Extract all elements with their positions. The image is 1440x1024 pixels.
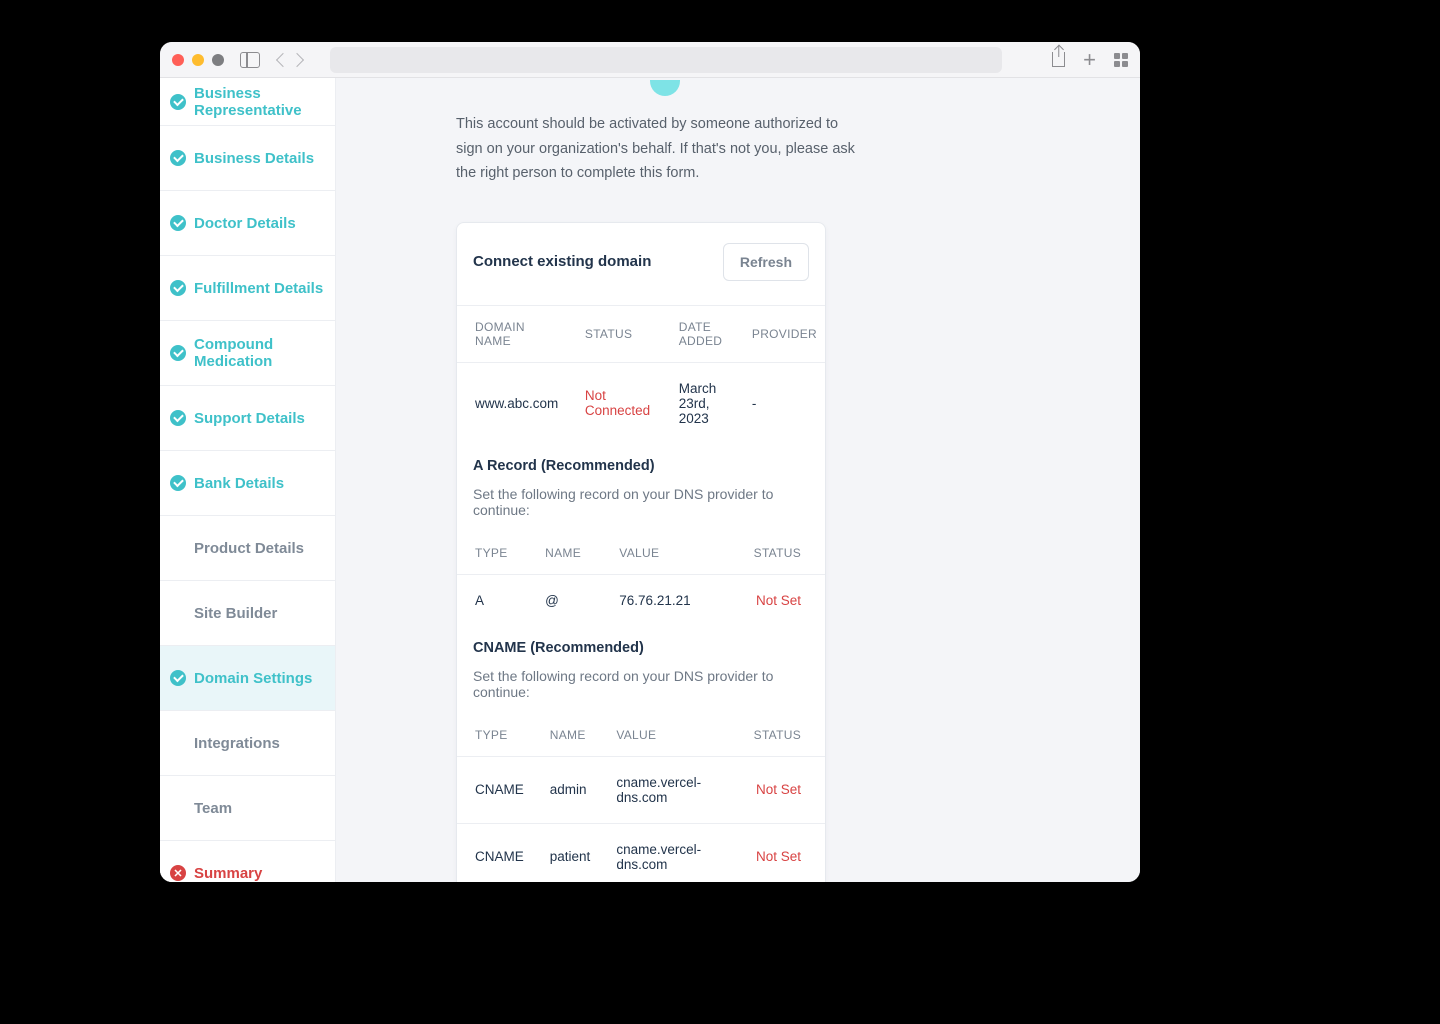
- check-icon: [170, 280, 186, 296]
- sidebar-item-label: Bank Details: [194, 475, 284, 492]
- table-row: CNAME admin cname.vercel-dns.com Not Set: [457, 756, 825, 823]
- sidebar-item-team[interactable]: Team: [160, 776, 335, 841]
- sidebar-item-label: Doctor Details: [194, 215, 296, 232]
- col-name: NAME: [527, 532, 601, 575]
- col-type: TYPE: [457, 532, 527, 575]
- maximize-icon[interactable]: [212, 54, 224, 66]
- cell-status: Not Set: [718, 574, 825, 626]
- cname-title: CNAME (Recommended): [473, 640, 809, 656]
- col-status: STATUS: [718, 532, 825, 575]
- main-panel: This account should be activated by some…: [336, 78, 1140, 882]
- check-icon: [170, 345, 186, 361]
- sidebar-item-label: Integrations: [194, 735, 280, 752]
- col-type: TYPE: [457, 714, 532, 757]
- cell-type: CNAME: [457, 756, 532, 823]
- sidebar-item-domain-settings[interactable]: Domain Settings: [160, 646, 335, 711]
- cell-domain: www.abc.com: [457, 362, 567, 444]
- minimize-icon[interactable]: [192, 54, 204, 66]
- content-area: Business Representative Business Details…: [160, 78, 1140, 882]
- card-header: Connect existing domain Refresh: [457, 223, 825, 306]
- sidebar-item-label: Domain Settings: [194, 670, 312, 687]
- check-icon: [170, 410, 186, 426]
- sidebar-item-business-representative[interactable]: Business Representative: [160, 78, 335, 126]
- a-record-header: A Record (Recommended): [457, 444, 825, 480]
- a-record-sub: Set the following record on your DNS pro…: [457, 480, 825, 532]
- cell-provider: -: [734, 362, 825, 444]
- toolbar-right: +: [1052, 49, 1128, 71]
- table-row: A @ 76.76.21.21 Not Set: [457, 574, 825, 626]
- sidebar-item-label: Summary: [194, 865, 262, 882]
- cell-status: Not Set: [736, 756, 825, 823]
- sidebar-item-label: Business Details: [194, 150, 314, 167]
- sidebar-item-product-details[interactable]: Product Details: [160, 516, 335, 581]
- cell-name: admin: [532, 756, 599, 823]
- sidebar-item-business-details[interactable]: Business Details: [160, 126, 335, 191]
- sidebar-item-support-details[interactable]: Support Details: [160, 386, 335, 451]
- cell-value: cname.vercel-dns.com: [598, 756, 735, 823]
- cell-value: 76.76.21.21: [601, 574, 718, 626]
- close-icon[interactable]: [172, 54, 184, 66]
- card-title: Connect existing domain: [473, 253, 651, 270]
- cell-status: Not Connected: [567, 362, 661, 444]
- sidebar-item-fulfillment-details[interactable]: Fulfillment Details: [160, 256, 335, 321]
- new-tab-icon[interactable]: +: [1083, 49, 1096, 71]
- cell-name: patient: [532, 823, 599, 882]
- a-record-title: A Record (Recommended): [473, 458, 809, 474]
- cname-header: CNAME (Recommended): [457, 626, 825, 662]
- sidebar-item-label: Product Details: [194, 540, 304, 557]
- sidebar-item-bank-details[interactable]: Bank Details: [160, 451, 335, 516]
- sidebar-item-compound-medication[interactable]: Compound Medication: [160, 321, 335, 386]
- forward-icon[interactable]: [290, 52, 304, 66]
- table-row: www.abc.com Not Connected March 23rd, 20…: [457, 362, 825, 444]
- cell-name: @: [527, 574, 601, 626]
- check-icon: [170, 150, 186, 166]
- refresh-button[interactable]: Refresh: [723, 243, 809, 281]
- back-icon[interactable]: [276, 52, 290, 66]
- col-date: DATE ADDED: [661, 306, 734, 363]
- domain-card: Connect existing domain Refresh DOMAIN N…: [456, 222, 826, 882]
- sidebar-item-label: Compound Medication: [194, 336, 325, 370]
- cell-status: Not Set: [736, 823, 825, 882]
- error-icon: ✕: [170, 865, 186, 881]
- check-icon: [170, 94, 186, 110]
- check-icon: [170, 670, 186, 686]
- sidebar: Business Representative Business Details…: [160, 78, 336, 882]
- check-icon: [170, 475, 186, 491]
- a-record-table: TYPE NAME VALUE STATUS A @ 76.76.21.21 N…: [457, 532, 825, 626]
- col-status: STATUS: [567, 306, 661, 363]
- domain-table: DOMAIN NAME STATUS DATE ADDED PROVIDER w…: [457, 306, 825, 444]
- col-value: VALUE: [598, 714, 735, 757]
- sidebar-item-label: Team: [194, 800, 232, 817]
- traffic-lights: [172, 54, 224, 66]
- cname-table: TYPE NAME VALUE STATUS CNAME admin cname…: [457, 714, 825, 882]
- titlebar: +: [160, 42, 1140, 78]
- cell-type: A: [457, 574, 527, 626]
- cell-date: March 23rd, 2023: [661, 362, 734, 444]
- sidebar-item-integrations[interactable]: Integrations: [160, 711, 335, 776]
- sidebar-item-site-builder[interactable]: Site Builder: [160, 581, 335, 646]
- sidebar-item-label: Fulfillment Details: [194, 280, 323, 297]
- sidebar-item-summary[interactable]: ✕ Summary: [160, 841, 335, 882]
- url-bar[interactable]: [330, 47, 1002, 73]
- cname-sub: Set the following record on your DNS pro…: [457, 662, 825, 714]
- col-domain: DOMAIN NAME: [457, 306, 567, 363]
- intro-text: This account should be activated by some…: [456, 112, 856, 186]
- cell-type: CNAME: [457, 823, 532, 882]
- col-status: STATUS: [736, 714, 825, 757]
- sidebar-item-label: Support Details: [194, 410, 305, 427]
- table-row: CNAME patient cname.vercel-dns.com Not S…: [457, 823, 825, 882]
- col-name: NAME: [532, 714, 599, 757]
- sidebar-item-label: Site Builder: [194, 605, 277, 622]
- browser-window: + Business Representative Business Detai…: [160, 42, 1140, 882]
- col-provider: PROVIDER: [734, 306, 825, 363]
- cell-value: cname.vercel-dns.com: [598, 823, 735, 882]
- sidebar-item-label: Business Representative: [194, 85, 325, 119]
- sidebar-toggle-icon[interactable]: [240, 52, 260, 68]
- tabs-overview-icon[interactable]: [1114, 53, 1128, 67]
- sidebar-item-doctor-details[interactable]: Doctor Details: [160, 191, 335, 256]
- nav-arrows: [278, 55, 302, 65]
- col-value: VALUE: [601, 532, 718, 575]
- check-icon: [170, 215, 186, 231]
- share-icon[interactable]: [1052, 52, 1065, 67]
